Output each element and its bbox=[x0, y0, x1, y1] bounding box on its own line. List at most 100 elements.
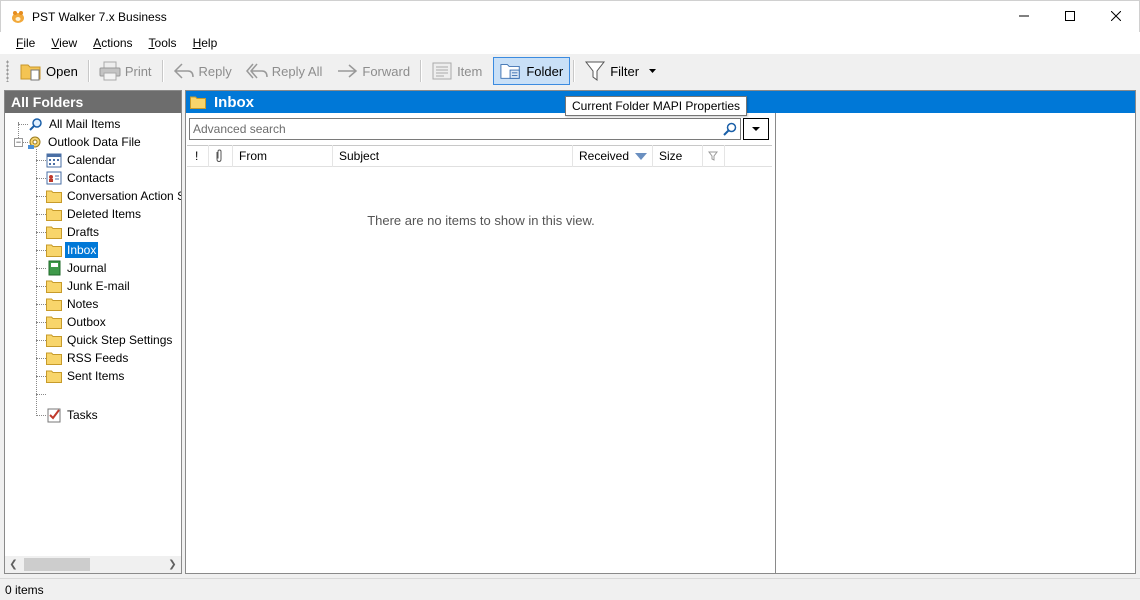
title-bar: PST Walker 7.x Business bbox=[0, 0, 1140, 32]
item-count: 0 items bbox=[5, 582, 44, 597]
print-button[interactable]: Print bbox=[92, 57, 159, 85]
maximize-icon bbox=[1065, 11, 1075, 21]
tree-item-journal[interactable]: Journal bbox=[46, 259, 108, 277]
menu-tools[interactable]: Tools bbox=[141, 36, 185, 50]
tree-collapse-toggle[interactable]: − bbox=[14, 138, 23, 147]
tree-item-calendar[interactable]: Calendar bbox=[46, 151, 118, 169]
sort-descending-icon bbox=[635, 153, 647, 160]
folder-icon bbox=[46, 350, 62, 366]
folder-button[interactable]: Folder bbox=[493, 57, 571, 85]
folder-tree[interactable]: − All Mail Items Outlook Data File Calen… bbox=[5, 113, 181, 551]
folder-tree-header: All Folders bbox=[5, 91, 181, 113]
tree-item-drafts[interactable]: Drafts bbox=[46, 223, 101, 241]
column-size[interactable]: Size bbox=[653, 145, 703, 167]
chevron-down-icon[interactable] bbox=[645, 69, 659, 73]
folder-icon bbox=[46, 368, 62, 384]
open-folder-icon bbox=[20, 60, 42, 82]
tree-item-rss-feeds[interactable]: RSS Feeds bbox=[46, 349, 130, 367]
forward-icon bbox=[336, 60, 358, 82]
advanced-search-box bbox=[189, 118, 741, 140]
status-bar: 0 items bbox=[0, 578, 1140, 600]
pst-walker-logo-icon bbox=[10, 9, 26, 25]
window-title: PST Walker 7.x Business bbox=[32, 9, 167, 24]
journal-icon bbox=[46, 260, 62, 276]
folder-icon bbox=[46, 314, 62, 330]
open-button[interactable]: Open bbox=[13, 57, 85, 85]
search-options-dropdown[interactable] bbox=[743, 118, 769, 140]
contacts-icon bbox=[46, 170, 62, 186]
advanced-search-input[interactable] bbox=[190, 120, 720, 138]
folder-icon bbox=[46, 296, 62, 312]
item-button[interactable]: Item bbox=[424, 57, 489, 85]
chevron-down-icon bbox=[752, 127, 760, 131]
folder-icon bbox=[46, 188, 62, 204]
reading-pane bbox=[777, 113, 1135, 573]
tree-item-contacts[interactable]: Contacts bbox=[46, 169, 116, 187]
tree-item-tasks[interactable]: Tasks bbox=[46, 406, 100, 424]
toolbar-separator bbox=[87, 60, 89, 82]
filter-button[interactable]: Filter bbox=[577, 57, 666, 85]
forward-button[interactable]: Forward bbox=[329, 57, 417, 85]
folder-icon bbox=[190, 94, 206, 110]
folder-icon bbox=[46, 242, 62, 258]
folder-tree-panel: All Folders − All Mail Items Outlook Dat… bbox=[4, 90, 182, 574]
tree-item-inbox[interactable]: Inbox bbox=[46, 241, 99, 259]
tree-item-outlook-data-file[interactable]: Outlook Data File bbox=[27, 133, 143, 151]
menu-bar: File View Actions Tools Help bbox=[0, 32, 1140, 54]
close-button[interactable] bbox=[1093, 1, 1139, 31]
tree-item-outbox[interactable]: Outbox bbox=[46, 313, 108, 331]
folder-button-tooltip: Current Folder MAPI Properties bbox=[565, 96, 748, 116]
minimize-icon bbox=[1019, 15, 1029, 17]
attachment-icon bbox=[216, 149, 222, 163]
reply-all-icon bbox=[245, 60, 268, 82]
folder-icon bbox=[46, 278, 62, 294]
reply-button[interactable]: Reply bbox=[166, 57, 239, 85]
maximize-button[interactable] bbox=[1047, 1, 1093, 31]
tree-item-notes[interactable]: Notes bbox=[46, 295, 100, 313]
column-importance[interactable]: ! bbox=[187, 145, 209, 167]
scroll-left-icon[interactable]: ❮ bbox=[5, 556, 22, 573]
reply-all-button[interactable]: Reply All bbox=[239, 57, 330, 85]
minimize-button[interactable] bbox=[1001, 1, 1047, 31]
column-attachment[interactable] bbox=[209, 145, 233, 167]
column-subject[interactable]: Subject bbox=[333, 145, 573, 167]
scroll-right-icon[interactable]: ❯ bbox=[164, 556, 181, 573]
column-from[interactable]: From bbox=[233, 145, 333, 167]
message-list-panel: Inbox ! From Subject Received Size bbox=[185, 90, 1136, 574]
item-properties-icon bbox=[431, 60, 453, 82]
search-icon[interactable] bbox=[720, 119, 740, 139]
empty-list-message: There are no items to show in this view. bbox=[367, 213, 595, 228]
toolbar-separator bbox=[420, 60, 422, 82]
column-flag[interactable] bbox=[703, 145, 725, 167]
toolbar-separator bbox=[161, 60, 163, 82]
reply-icon bbox=[173, 60, 195, 82]
folder-icon bbox=[46, 206, 62, 222]
menu-view[interactable]: View bbox=[43, 36, 85, 50]
folder-icon bbox=[46, 224, 62, 240]
message-list: ! From Subject Received Size There are n… bbox=[186, 113, 776, 573]
scroll-track[interactable] bbox=[22, 556, 164, 573]
data-file-icon bbox=[27, 134, 43, 150]
calendar-icon bbox=[46, 152, 62, 168]
tree-item-junk-email[interactable]: Junk E-mail bbox=[46, 277, 132, 295]
folder-icon bbox=[46, 332, 62, 348]
column-header-row: ! From Subject Received Size bbox=[187, 145, 772, 167]
toolbar: Open Print Reply Reply All Forward Item bbox=[0, 54, 1140, 88]
menu-help[interactable]: Help bbox=[185, 36, 226, 50]
menu-actions[interactable]: Actions bbox=[85, 36, 140, 50]
folder-tree-horizontal-scrollbar[interactable]: ❮ ❯ bbox=[5, 556, 181, 573]
current-folder-title: Inbox bbox=[214, 93, 254, 111]
scroll-thumb[interactable] bbox=[24, 558, 90, 571]
filter-funnel-icon bbox=[584, 60, 606, 82]
tasks-icon bbox=[46, 407, 62, 423]
column-received[interactable]: Received bbox=[573, 145, 653, 167]
tree-item-all-mail-items[interactable]: All Mail Items bbox=[28, 115, 122, 133]
toolbar-grip[interactable] bbox=[6, 60, 9, 82]
menu-file[interactable]: File bbox=[8, 36, 43, 50]
tree-item-deleted-items[interactable]: Deleted Items bbox=[46, 205, 143, 223]
flag-icon bbox=[708, 151, 718, 161]
folder-properties-icon bbox=[500, 60, 522, 82]
tree-item-quick-step-settings[interactable]: Quick Step Settings bbox=[46, 331, 174, 349]
tree-item-conversation-action-settings[interactable]: Conversation Action Settings bbox=[46, 187, 181, 205]
tree-item-sent-items[interactable]: Sent Items bbox=[46, 367, 126, 385]
